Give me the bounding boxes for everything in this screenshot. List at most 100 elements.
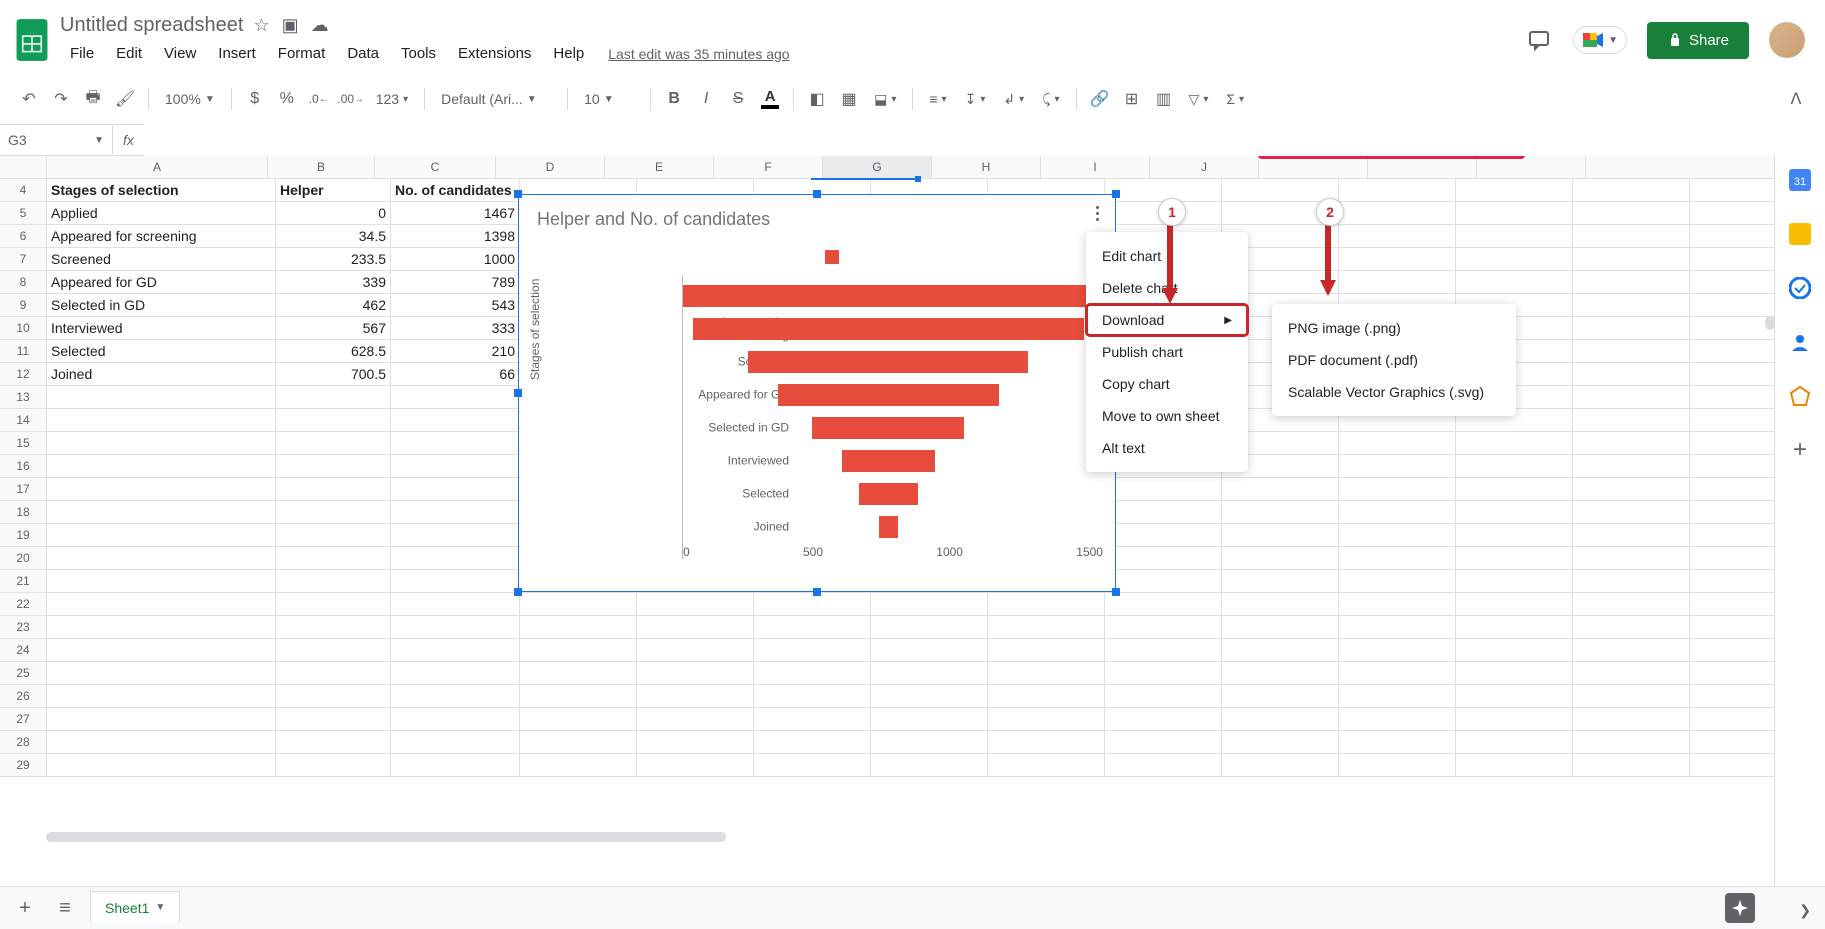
cell[interactable]: Interviewed (47, 317, 276, 339)
col-header-m[interactable] (1477, 156, 1586, 178)
cell[interactable]: Applied (47, 202, 276, 224)
functions-button[interactable]: Σ▾ (1218, 91, 1252, 107)
cell[interactable] (276, 501, 391, 523)
strikethrough-button[interactable]: S (723, 84, 753, 114)
cell[interactable] (276, 708, 391, 730)
cell[interactable] (391, 616, 520, 638)
side-panel-toggle[interactable]: ❯ (1799, 902, 1811, 919)
formula-input[interactable] (144, 124, 1825, 156)
cell[interactable]: 34.5 (276, 225, 391, 247)
cell[interactable]: No. of candidates (391, 179, 520, 201)
account-avatar[interactable] (1769, 22, 1805, 58)
embedded-chart[interactable]: Helper and No. of candidates Stages of s… (518, 194, 1116, 592)
row-header[interactable]: 27 (0, 708, 47, 730)
print-button[interactable]: 🖶 (78, 84, 108, 114)
fill-color-button[interactable]: ◧ (802, 84, 832, 114)
col-header-d[interactable]: D (496, 156, 605, 178)
row-header[interactable]: 17 (0, 478, 47, 500)
cell[interactable] (276, 570, 391, 592)
row-header[interactable]: 6 (0, 225, 47, 247)
row-header[interactable]: 18 (0, 501, 47, 523)
cell[interactable] (47, 501, 276, 523)
cell[interactable]: Helper (276, 179, 391, 201)
cell[interactable] (391, 662, 520, 684)
cell[interactable] (47, 570, 276, 592)
doc-title[interactable]: Untitled spreadsheet (60, 14, 243, 37)
menu-tools[interactable]: Tools (391, 41, 446, 66)
select-all-corner[interactable] (0, 156, 47, 178)
paint-format-button[interactable]: 🖌 (110, 84, 140, 114)
cell[interactable] (47, 593, 276, 615)
cell[interactable]: 543 (391, 294, 520, 316)
cell[interactable]: 789 (391, 271, 520, 293)
cell[interactable] (276, 455, 391, 477)
menu-format[interactable]: Format (268, 41, 336, 66)
cell[interactable]: Selected (47, 340, 276, 362)
cell[interactable] (391, 478, 520, 500)
cell[interactable]: 628.5 (276, 340, 391, 362)
last-edit-link[interactable]: Last edit was 35 minutes ago (608, 46, 789, 62)
cell[interactable] (276, 386, 391, 408)
horizontal-scrollbar[interactable] (46, 832, 726, 842)
cell[interactable] (391, 731, 520, 753)
col-header-k[interactable] (1259, 156, 1368, 178)
cell[interactable] (391, 455, 520, 477)
cell[interactable] (276, 593, 391, 615)
spreadsheet-grid[interactable]: A B C D E F G H I J 4 Stages of selectio… (0, 156, 1774, 886)
cell[interactable] (276, 409, 391, 431)
row-header[interactable]: 25 (0, 662, 47, 684)
cell[interactable] (276, 478, 391, 500)
cell[interactable]: 567 (276, 317, 391, 339)
row-header[interactable]: 8 (0, 271, 47, 293)
cell[interactable] (391, 708, 520, 730)
sheets-logo-icon[interactable] (12, 20, 52, 60)
cell[interactable]: 1000 (391, 248, 520, 270)
row-header[interactable]: 20 (0, 547, 47, 569)
menu-help[interactable]: Help (543, 41, 594, 66)
cell[interactable] (276, 639, 391, 661)
cell[interactable]: 339 (276, 271, 391, 293)
cell[interactable]: Screened (47, 248, 276, 270)
cell[interactable] (276, 731, 391, 753)
cell[interactable] (276, 432, 391, 454)
cell[interactable] (276, 524, 391, 546)
cell[interactable]: Appeared for GD (47, 271, 276, 293)
contacts-icon[interactable] (1788, 330, 1812, 354)
cell[interactable] (47, 455, 276, 477)
bold-button[interactable]: B (659, 84, 689, 114)
row-header[interactable]: 16 (0, 455, 47, 477)
cell[interactable] (276, 685, 391, 707)
row-header[interactable]: 19 (0, 524, 47, 546)
cell[interactable] (47, 478, 276, 500)
cell[interactable]: 0 (276, 202, 391, 224)
col-header-e[interactable]: E (605, 156, 714, 178)
cell[interactable] (47, 547, 276, 569)
menu-data[interactable]: Data (337, 41, 389, 66)
cell[interactable] (47, 409, 276, 431)
row-header[interactable]: 22 (0, 593, 47, 615)
cell[interactable]: 462 (276, 294, 391, 316)
keep-icon[interactable] (1788, 222, 1812, 246)
star-icon[interactable]: ☆ (253, 15, 269, 36)
v-align-button[interactable]: ↧▾ (957, 91, 994, 108)
cell[interactable] (47, 386, 276, 408)
font-select[interactable]: Default (Ari...▼ (433, 91, 559, 107)
chart-menu-button[interactable] (1087, 203, 1107, 223)
cell[interactable] (391, 409, 520, 431)
col-header-c[interactable]: C (375, 156, 496, 178)
submenu-pdf[interactable]: PDF document (.pdf) (1272, 344, 1516, 376)
cell[interactable]: Joined (47, 363, 276, 385)
cell[interactable] (276, 754, 391, 776)
collapse-toolbar-button[interactable]: ᐱ (1781, 84, 1811, 114)
cell[interactable] (47, 685, 276, 707)
row-header[interactable]: 9 (0, 294, 47, 316)
cell[interactable]: 700.5 (276, 363, 391, 385)
insert-comment-button[interactable]: ⊞ (1117, 84, 1147, 114)
col-header-l[interactable] (1368, 156, 1477, 178)
cell[interactable] (47, 616, 276, 638)
add-sheet-button[interactable]: + (10, 893, 40, 923)
row-header[interactable]: 5 (0, 202, 47, 224)
borders-button[interactable]: ▦ (834, 84, 864, 114)
col-header-h[interactable]: H (932, 156, 1041, 178)
meet-button[interactable]: ▼ (1573, 26, 1627, 54)
